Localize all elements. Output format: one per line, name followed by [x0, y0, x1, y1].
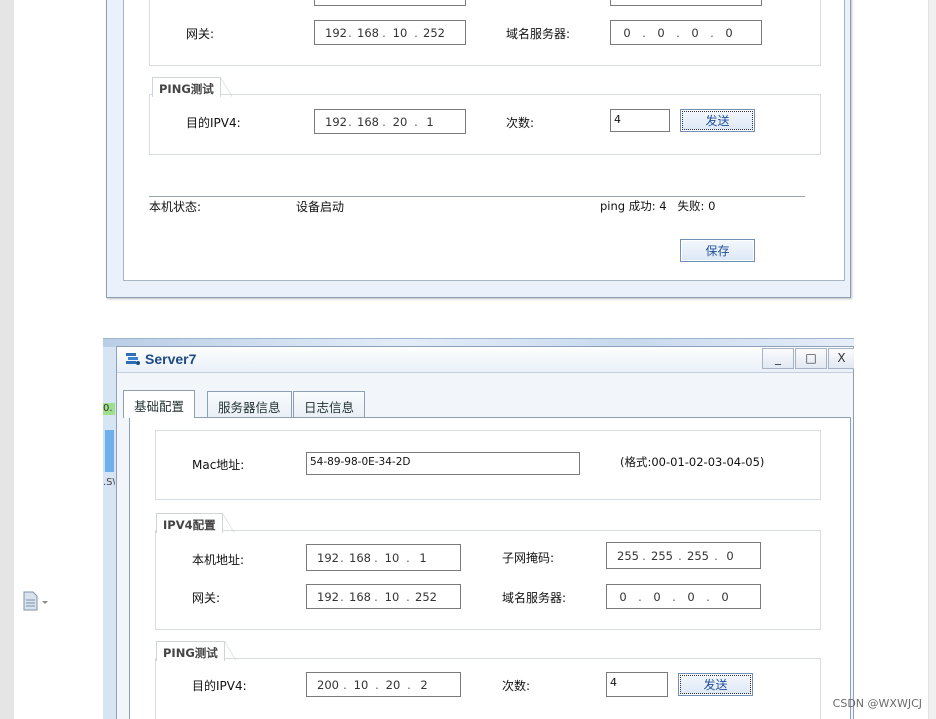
ip-octet: 192: [325, 25, 347, 40]
status-value: 设备启动: [296, 200, 345, 214]
ip-octet: 10: [353, 677, 369, 692]
dest-ipv4-label: 目的IPV4:: [192, 679, 247, 693]
server7-window: Server7 _ □ X 基础配置 服务器信息 日志信息 Mac地址: 54-…: [103, 338, 854, 719]
local-ip-label: 本机地址:: [192, 553, 245, 567]
subnet-mask-input[interactable]: 255. 255. 255. 0: [606, 542, 761, 569]
ip-octet: 0: [721, 589, 729, 604]
gateway-label: 网关:: [186, 27, 215, 41]
tab-server-info[interactable]: 服务器信息: [207, 391, 292, 417]
top-config-window: 网关: 192. 168. 10. 252 域名服务器: 0. 0. 0. 0 …: [106, 0, 851, 298]
ip-octet: 1: [419, 550, 427, 565]
ip-octet: 20: [385, 677, 401, 692]
local-ip-input[interactable]: 192. 168. 10. 1: [306, 544, 461, 571]
ip-octet: 255: [617, 548, 639, 563]
ip-octet: 192: [325, 114, 347, 129]
close-button[interactable]: X: [828, 348, 854, 369]
server-app-icon: [126, 353, 140, 365]
doc-fragment-text: .S\: [103, 477, 115, 488]
ping-group-title: PING测试: [156, 641, 236, 661]
count-label: 次数:: [506, 116, 535, 130]
send-button[interactable]: 发送: [678, 673, 753, 696]
document-right-scroll-track[interactable]: [928, 0, 936, 719]
ip-octet: 0: [726, 548, 734, 563]
document-paste-icon[interactable]: [23, 591, 53, 611]
gateway-ip-input[interactable]: 192. 168. 10. 252: [314, 20, 466, 45]
dns-label: 域名服务器:: [506, 27, 571, 41]
watermark-text: CSDN @WXWJCJ: [832, 697, 922, 710]
dest-ipv4-input[interactable]: 200. 10. 20. 2: [306, 672, 461, 697]
ip-octet: 0: [653, 589, 661, 604]
ping-result-text: ping 成功: 4 失败: 0: [600, 199, 716, 213]
ip-octet: 255: [651, 548, 673, 563]
ip-octet: 252: [423, 25, 445, 40]
dns-label: 域名服务器:: [502, 591, 567, 605]
dest-ipv4-label: 目的IPV4:: [186, 116, 241, 130]
ip-octet: 0: [725, 25, 733, 40]
tab-log-info[interactable]: 日志信息: [293, 391, 366, 417]
ip-octet: 192: [317, 589, 339, 604]
count-input[interactable]: 4: [606, 672, 668, 697]
ipv4-group-title: IPV4配置: [156, 513, 234, 533]
ip-octet: 1: [426, 114, 434, 129]
ip-octet: 255: [687, 548, 709, 563]
dns-ip-input[interactable]: 0. 0. 0. 0: [610, 20, 762, 45]
ip-octet: 10: [392, 25, 408, 40]
send-button[interactable]: 发送: [680, 109, 755, 132]
ip-octet: 10: [384, 550, 400, 565]
count-input[interactable]: 4: [610, 109, 670, 132]
status-label: 本机状态:: [149, 200, 202, 214]
top-config-panel: 网关: 192. 168. 10. 252 域名服务器: 0. 0. 0. 0 …: [123, 0, 845, 281]
gateway-ip-input[interactable]: 192. 168. 10. 252: [306, 584, 461, 609]
ip-octet: 0: [623, 25, 631, 40]
gateway-label: 网关:: [192, 591, 221, 605]
ip-octet: 10: [384, 589, 400, 604]
ip-octet: 252: [415, 589, 437, 604]
ip-octet: 0: [691, 25, 699, 40]
subnet-label: 子网掩码:: [502, 551, 555, 565]
ip-octet: 192: [317, 550, 339, 565]
mac-address-input[interactable]: 54-89-98-0E-34-2D: [306, 452, 580, 475]
minimize-button[interactable]: _: [762, 348, 794, 369]
count-label: 次数:: [502, 679, 531, 693]
document-left-gutter: [0, 0, 14, 719]
ip-octet: 168: [357, 114, 379, 129]
mac-format-hint: (格式:00-01-02-03-04-05): [620, 455, 765, 469]
window-title: Server7: [145, 351, 197, 367]
ip-octet: 0: [619, 589, 627, 604]
ip-octet: 168: [357, 25, 379, 40]
doc-fragment-image: [103, 430, 114, 472]
maximize-button[interactable]: □: [795, 348, 827, 369]
tab-basic-config[interactable]: 基础配置: [123, 390, 196, 418]
title-bar[interactable]: Server7 _ □ X: [117, 347, 854, 373]
ip-octet: 168: [349, 589, 371, 604]
ip-octet: 168: [349, 550, 371, 565]
tab-container: 基础配置 服务器信息 日志信息 Mac地址: 54-89-98-0E-34-2D…: [121, 377, 851, 719]
dest-ipv4-input[interactable]: 192. 168. 20. 1: [314, 109, 466, 134]
ip-octet: 2: [420, 677, 428, 692]
ip-octet: 0: [657, 25, 665, 40]
basic-config-panel: Mac地址: 54-89-98-0E-34-2D (格式:00-01-02-03…: [129, 417, 851, 719]
mac-label: Mac地址:: [192, 458, 245, 472]
ip-octet: 200: [317, 677, 339, 692]
save-button[interactable]: 保存: [680, 239, 755, 262]
status-separator: [149, 196, 805, 197]
ip-octet: 0: [687, 589, 695, 604]
ping-group-title: PING测试: [152, 77, 232, 97]
ip-octet: 20: [392, 114, 408, 129]
server7-frame: Server7 _ □ X 基础配置 服务器信息 日志信息 Mac地址: 54-…: [116, 346, 854, 719]
doc-fragment-green: 0.: [103, 403, 115, 415]
dns-ip-input[interactable]: 0. 0. 0. 0: [606, 584, 761, 609]
